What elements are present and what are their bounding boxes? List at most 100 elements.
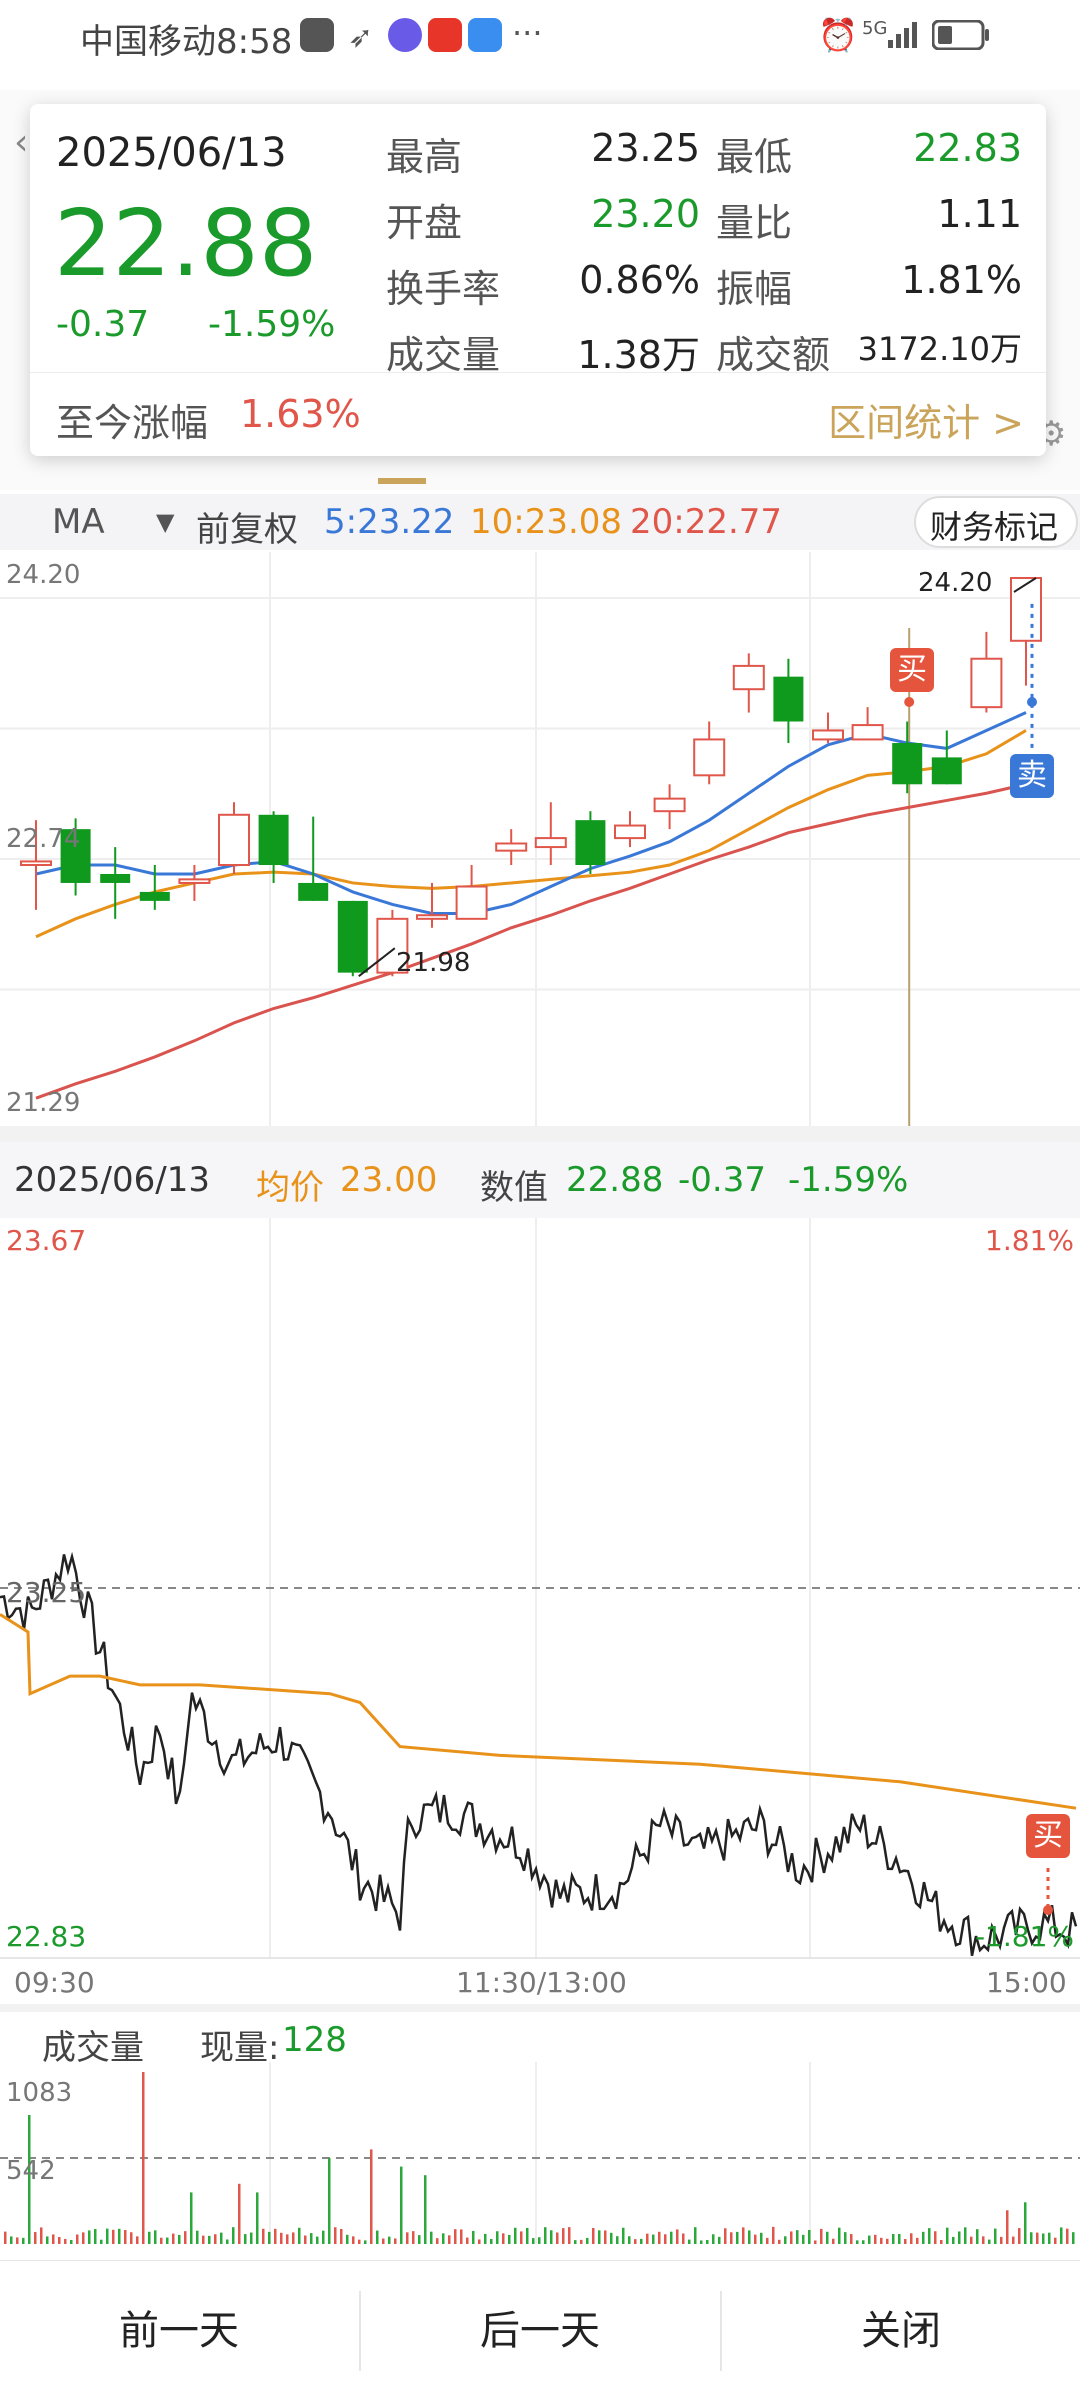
- volume-bar: [778, 2239, 781, 2244]
- volume-bar: [40, 2227, 43, 2244]
- volume-bar: [586, 2237, 589, 2244]
- volume-bar: [4, 2231, 7, 2244]
- volume-y-mid: 542: [6, 2156, 56, 2186]
- volume-bar: [136, 2236, 139, 2244]
- volume-bar: [1006, 2210, 1009, 2244]
- quote-info-card: 2025/06/13 22.88 -0.37 -1.59% 最高 23.25 最…: [30, 104, 1046, 456]
- volume-bar: [1012, 2236, 1015, 2244]
- volume-bar: [562, 2228, 565, 2244]
- sell-mark[interactable]: 卖: [1010, 754, 1054, 798]
- range-stats-link[interactable]: 区间统计 >: [828, 392, 1024, 447]
- candle: [575, 820, 606, 866]
- candle: [455, 885, 488, 920]
- app-icon-red: [428, 18, 462, 52]
- close-button[interactable]: 关闭: [722, 2261, 1080, 2401]
- volume-bar: [118, 2228, 121, 2244]
- volume-bar: [814, 2240, 817, 2244]
- volume-bar: [736, 2231, 739, 2244]
- volume-bar: [466, 2237, 469, 2244]
- volume-bar: [688, 2239, 691, 2244]
- volume-bar: [712, 2234, 715, 2244]
- volume-bar: [664, 2234, 667, 2244]
- back-icon[interactable]: ‹: [14, 122, 28, 163]
- volume-bar: [274, 2228, 277, 2244]
- time-mid: 11:30/13:00: [456, 1966, 627, 1999]
- volume-bar: [148, 2231, 151, 2244]
- intraday-y-bot: 22.83: [6, 1920, 87, 1953]
- candle: [693, 738, 726, 777]
- time-end: 15:00: [986, 1966, 1067, 1999]
- volume-bar: [934, 2231, 937, 2244]
- volume-bar: [886, 2238, 889, 2244]
- volume-bar: [976, 2229, 979, 2244]
- candle: [851, 724, 884, 741]
- volume-bar: [928, 2228, 931, 2244]
- volume-bar: [142, 2072, 145, 2244]
- adjust-mode[interactable]: 前复权: [196, 502, 298, 551]
- volume-bar: [358, 2239, 361, 2244]
- candle: [732, 664, 765, 691]
- prev-day-button[interactable]: 前一天: [0, 2261, 358, 2401]
- volume-bar: [202, 2235, 205, 2244]
- volume-bar: [610, 2232, 613, 2244]
- next-day-button[interactable]: 后一天: [361, 2261, 719, 2401]
- volume-bar: [472, 2230, 475, 2244]
- stat-label: 开盘: [386, 201, 463, 245]
- volume-bar: [796, 2230, 799, 2244]
- buy-mark[interactable]: 买: [890, 648, 934, 692]
- volume-bar: [46, 2236, 49, 2244]
- candle: [20, 860, 52, 867]
- volume-bar: [832, 2238, 835, 2244]
- stat-value: 23.25: [591, 126, 700, 170]
- volume-bar: [544, 2227, 547, 2244]
- volume-bar: [34, 2232, 37, 2244]
- candle: [258, 814, 289, 866]
- volume-bar: [22, 2237, 25, 2244]
- volume-bar: [178, 2234, 181, 2244]
- more-dots: ···: [512, 14, 543, 52]
- volume-bar: [700, 2240, 703, 2244]
- since-value: 1.63%: [240, 392, 361, 436]
- candle: [1010, 577, 1042, 642]
- volume-bar: [304, 2235, 307, 2244]
- num-pct: -1.59%: [788, 1160, 909, 1200]
- avg-label: 均价: [256, 1168, 324, 1208]
- volume-bar: [952, 2236, 955, 2244]
- intraday-pct-top: 1.81%: [985, 1224, 1074, 1257]
- volume-bar: [628, 2236, 631, 2244]
- volume-bar: [364, 2240, 367, 2244]
- status-bar: 中国移动8:58 ➶ ··· ⏰ 5G: [0, 0, 1080, 72]
- kline-y-mid: 22.74: [6, 824, 81, 854]
- volume-bar: [988, 2239, 991, 2244]
- ma-select[interactable]: MA: [52, 502, 105, 542]
- financial-mark-button[interactable]: 财务标记: [914, 496, 1078, 548]
- volume-bar: [268, 2231, 271, 2244]
- volume-bar: [88, 2230, 91, 2244]
- volume-bar: [922, 2231, 925, 2244]
- chevron-down-icon[interactable]: ▼: [156, 508, 174, 536]
- volume-bar: [238, 2183, 241, 2244]
- volume-bar: [940, 2239, 943, 2244]
- volume-bar: [514, 2227, 517, 2244]
- intraday-pct-bot: -1.81%: [974, 1920, 1074, 1953]
- kline-y-bot: 21.29: [6, 1088, 81, 1118]
- intraday-buy-mark[interactable]: 买: [1026, 1814, 1070, 1858]
- battery-icon: [931, 19, 990, 54]
- kline-chart[interactable]: 24.20 22.74 21.29 24.20 21.98 买 卖: [0, 552, 1080, 1126]
- volume-bar: [574, 2240, 577, 2244]
- ma5-value: 5:23.22: [324, 502, 455, 542]
- volume-bar: [316, 2236, 319, 2244]
- volume-bar: [790, 2231, 793, 2244]
- volume-bar: [784, 2236, 787, 2244]
- volume-bar: [1066, 2228, 1069, 2244]
- volume-bar: [406, 2232, 409, 2244]
- volume-bar: [388, 2236, 391, 2244]
- volume-bar: [436, 2238, 439, 2244]
- intraday-chart[interactable]: 23.67 1.81% 23.25 22.83 -1.81% 09:30 11:…: [0, 1218, 1080, 2002]
- candle: [773, 676, 804, 722]
- volume-bar: [640, 2238, 643, 2244]
- stat-value: 22.83: [913, 126, 1022, 170]
- stat-value: 0.86%: [579, 258, 700, 302]
- volume-bar: [1030, 2232, 1033, 2244]
- volume-bar: [838, 2227, 841, 2244]
